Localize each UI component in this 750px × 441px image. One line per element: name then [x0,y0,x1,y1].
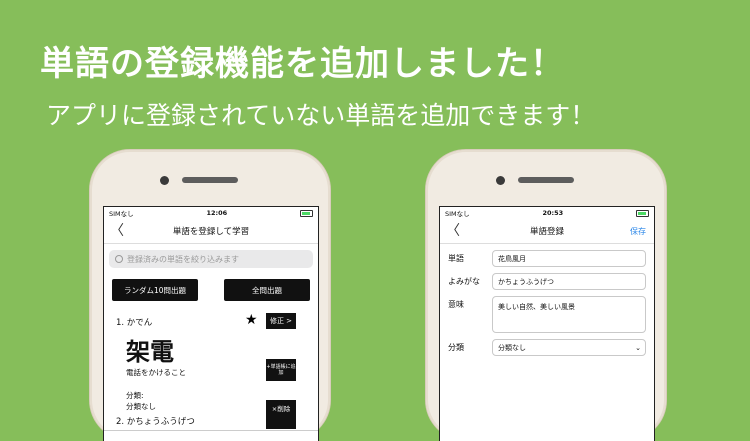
camera [496,176,505,185]
status-bar: SIMなし 12:06 [104,207,318,219]
category-row: 分類 分類なし ⌄ [448,339,646,356]
item-meaning: 電話をかけること [126,368,186,377]
word-field[interactable]: 花鳥風月 [492,250,646,267]
nav-title: 単語を登録して学習 [172,227,250,237]
add-to-wordbook-button[interactable]: +単語帳に追加 [266,359,296,381]
chevron-down-icon: ⌄ [635,343,641,352]
star-icon[interactable]: ★ [245,312,258,328]
category-value: 分類なし [126,402,156,411]
battery-icon [299,209,313,217]
category-label: 分類 [448,343,464,352]
meaning-field[interactable]: 美しい自然、美しい風景 [492,296,646,333]
nav-bar: 〈 単語を登録して学習 [104,219,318,244]
category-label: 分類: [126,391,144,400]
category-select[interactable]: 分類なし ⌄ [492,339,646,356]
register-form: 単語 花鳥風月 よみがな かちょうふうげつ 意味 美しい自然、美しい風景 分類 … [440,244,654,368]
nav-bar: 〈 単語登録 保存 [440,219,654,244]
nav-title: 単語登録 [529,227,564,237]
speaker [182,177,238,183]
clock: 20:53 [542,209,564,217]
word-label: 単語 [448,254,464,263]
search-icon [115,255,123,263]
headline: 単語の登録機能を追加しました！ [40,44,565,84]
status-bar: SIMなし 20:53 [440,207,654,219]
battery-icon [635,209,649,217]
save-button[interactable]: 保存 [630,226,646,237]
category-value: 分類なし [498,343,526,352]
screen-word-register: SIMなし 20:53 〈 単語登録 保存 単語 花鳥風月 よみがな かちょうふ… [439,206,655,441]
random-quiz-button[interactable]: ランダム10問出題 [112,279,198,301]
meaning-label: 意味 [448,300,464,309]
clock: 12:06 [206,209,228,217]
meaning-row: 意味 美しい自然、美しい風景 [448,296,646,333]
back-chevron-icon[interactable]: 〈 [110,219,124,243]
edit-button-next[interactable] [266,413,296,429]
edit-button[interactable]: 修正 > [266,313,296,329]
screen-word-list: SIMなし 12:06 〈 単語を登録して学習 登録済みの単語を絞り込みます ラ… [103,206,319,441]
speaker [518,177,574,183]
carrier-label: SIMなし [109,210,134,218]
phone-right: SIMなし 20:53 〈 単語登録 保存 単語 花鳥風月 よみがな かちょうふ… [426,150,666,441]
back-chevron-icon[interactable]: 〈 [446,219,460,243]
reading-field[interactable]: かちょうふうげつ [492,273,646,290]
subheadline: アプリに登録されていない単語を追加できます！ [46,101,596,130]
search-input[interactable]: 登録済みの単語を絞り込みます [109,250,313,268]
reading-row: よみがな かちょうふうげつ [448,273,646,290]
all-quiz-button[interactable]: 全問出題 [224,279,310,301]
camera [160,176,169,185]
carrier-label: SIMなし [445,210,470,218]
word-row: 単語 花鳥風月 [448,250,646,267]
phone-left: SIMなし 12:06 〈 単語を登録して学習 登録済みの単語を絞り込みます ラ… [90,150,330,441]
search-placeholder: 登録済みの単語を絞り込みます [127,254,239,264]
item-reading: 1. かでん [116,318,153,328]
reading-label: よみがな [448,277,480,286]
item-word: 架電 [126,338,174,366]
list-item-next[interactable]: 2. かちょうふうげつ [116,415,195,427]
